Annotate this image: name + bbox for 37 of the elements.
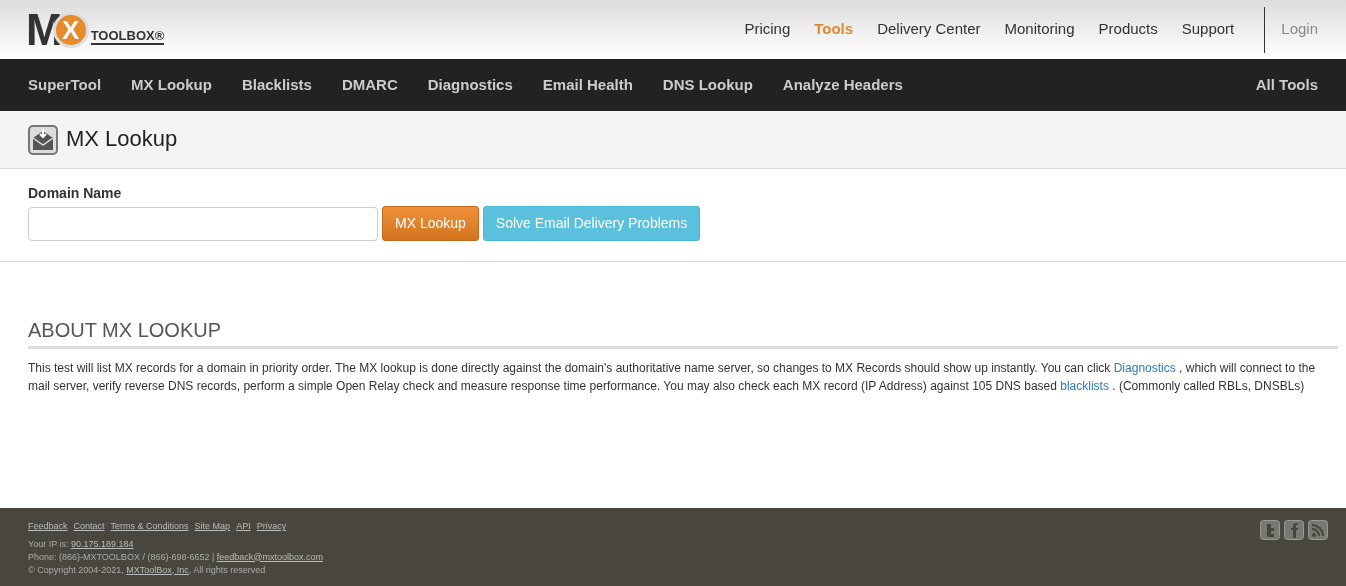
domain-input[interactable]	[28, 206, 378, 241]
rss-icon[interactable]	[1308, 520, 1328, 540]
tool-link[interactable]: Diagnostics	[412, 73, 528, 97]
page-title: MX Lookup	[66, 126, 178, 153]
nav-link[interactable]: Products	[1086, 18, 1170, 41]
facebook-icon[interactable]	[1284, 520, 1304, 540]
tool-link[interactable]: SuperTool	[28, 73, 117, 97]
footer-link[interactable]: Contact	[73, 521, 105, 531]
footer-text: Your IP is: 90.175.189.184	[28, 537, 135, 551]
link[interactable]: MXToolBox, Inc	[126, 564, 189, 575]
nav-link[interactable]: Monitoring	[992, 18, 1087, 41]
footer-text: © Copyright 2004-2021, MXToolBox, Inc, All rights reserved	[28, 563, 267, 577]
link[interactable]: Diagnostics	[1113, 361, 1176, 375]
footer-link[interactable]: Site Map	[194, 521, 231, 531]
field-label: Domain Name	[28, 184, 123, 203]
tool-link[interactable]: Analyze Headers	[767, 73, 918, 97]
link[interactable]: 90.175.189.184	[71, 538, 134, 549]
footer-link[interactable]: Feedback	[28, 521, 68, 531]
nav-link[interactable]: Delivery Center	[865, 18, 993, 41]
footer-link[interactable]: Privacy	[256, 521, 287, 531]
twitter-icon[interactable]	[1260, 520, 1280, 540]
link[interactable]: blacklists	[1060, 379, 1109, 393]
tool-link[interactable]: Blacklists	[226, 73, 327, 97]
footer-link[interactable]: API	[236, 521, 251, 531]
tool-link[interactable]: MX Lookup	[116, 73, 227, 97]
footer-text: Phone: (866)-MXTOOLBOX / (866)-698-6652 | feedback@mxtoolbox.com	[28, 550, 323, 564]
nav-link[interactable]: Support	[1169, 18, 1247, 41]
section-heading: ABOUT MX LOOKUP	[28, 318, 1338, 349]
link[interactable]: feedback@mxtoolbox.com	[216, 551, 323, 562]
tool-link[interactable]: DMARC	[326, 73, 413, 97]
tool-link[interactable]: Email Health	[527, 73, 648, 97]
nav-link[interactable]: All Tools	[1240, 73, 1318, 97]
nav-link[interactable]: Pricing	[732, 18, 803, 41]
description-text: This test will list MX records for a domain in priority order. The MX lookup is done directly against the domain's authoritative name server, so changes to MX Records should show up instantly. You can click Diagnostics , which will connect to the mail server, verify reverse DNS records, perform a simple Open Relay check and measure response time performance. You may also check each MX record (IP Address) against 105 DNS based blacklists . (Commonly called RBLs, DNSBLs)	[28, 360, 1317, 395]
envelope-icon	[28, 124, 58, 155]
tool-link[interactable]: DNS Lookup	[647, 73, 768, 97]
footer-link[interactable]: Terms & Conditions	[110, 521, 189, 531]
